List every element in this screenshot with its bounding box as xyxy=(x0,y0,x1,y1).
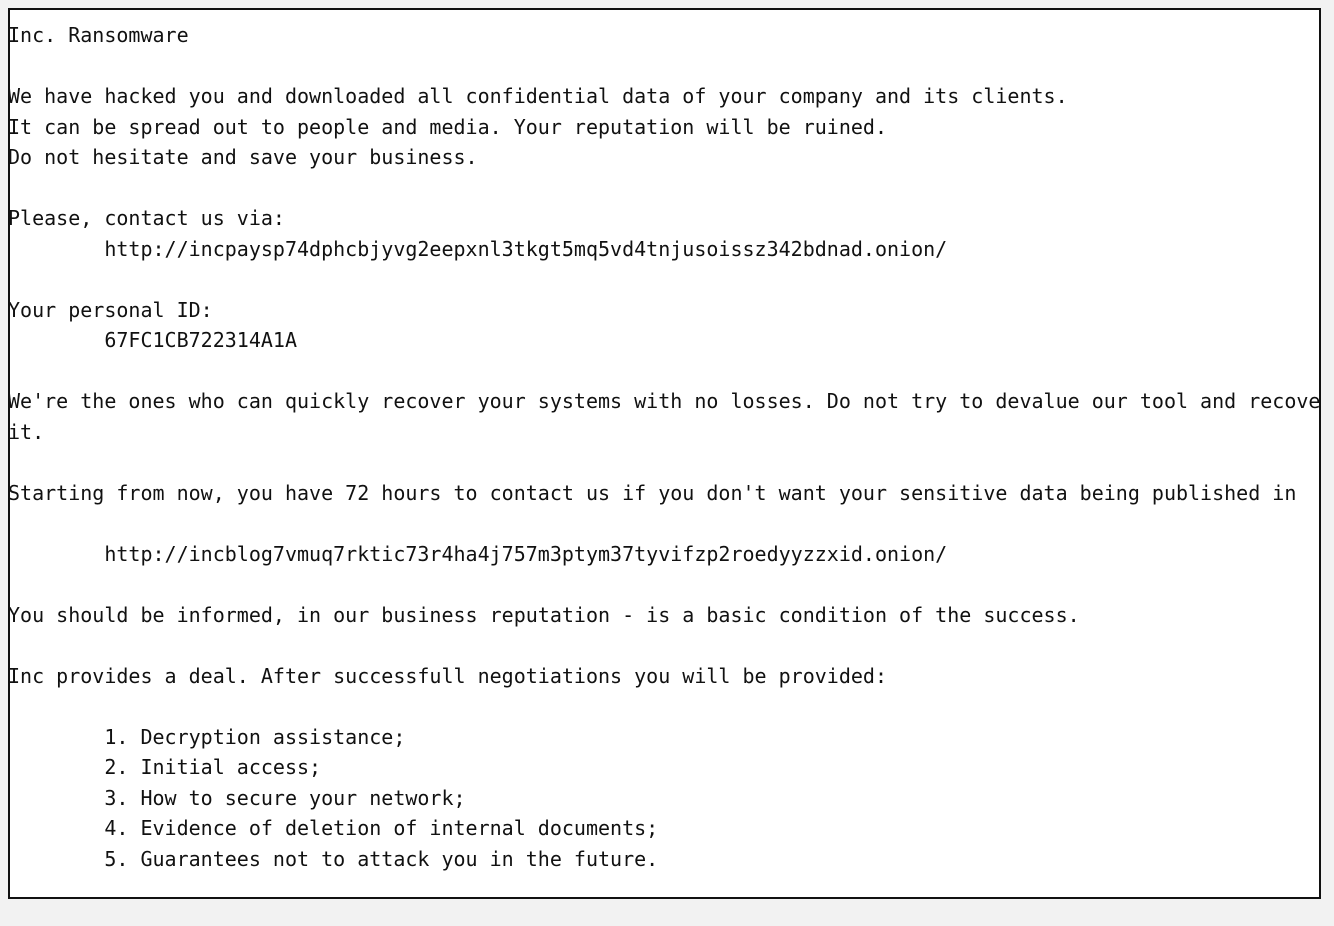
note-line-id-label: Your personal ID: xyxy=(8,297,213,322)
note-line-recover-1: We're the ones who can quickly recover y… xyxy=(8,389,1321,413)
note-line-deal-1: 1. Decryption assistance; xyxy=(8,724,406,749)
note-blank-line xyxy=(10,630,1319,661)
note-line-deal-4: 4. Evidence of deletion of internal docu… xyxy=(8,816,659,840)
note-blank-line xyxy=(10,569,1319,600)
note-line-recover-2: it. xyxy=(8,419,45,444)
note-line-deadline: Starting from now, you have 72 hours to … xyxy=(8,480,1297,505)
note-blank-line xyxy=(10,264,1319,295)
note-line-deal-2: 2. Initial access; xyxy=(8,755,322,779)
note-line-deal-3: 3. How to secure your network; xyxy=(8,785,466,810)
note-line-contact-url: http://incpaysp74dphcbjyvg2eepxnl3tkgt5m… xyxy=(8,236,948,261)
note-line-intro-3: Do not hesitate and save your business. xyxy=(8,145,478,169)
note-blank-line xyxy=(10,691,1319,722)
note-blank-line xyxy=(10,356,1319,387)
note-blank-line xyxy=(10,173,1319,204)
note-line-deal-intro: Inc provides a deal. After successfull n… xyxy=(8,663,887,688)
ransom-note-text[interactable]: Inc. Ransomware We have hacked you and d… xyxy=(8,20,1321,874)
note-line-id-value: 67FC1CB722314A1A xyxy=(8,328,297,352)
note-blank-line xyxy=(10,447,1319,478)
note-line-title: Inc. Ransomware xyxy=(8,23,189,47)
note-blank-line xyxy=(10,51,1319,82)
note-line-intro-2: It can be spread out to people and media… xyxy=(8,114,887,139)
note-line-blog-url: http://incblog7vmuq7rktic73r4ha4j757m3pt… xyxy=(8,541,948,566)
note-line-intro-1: We have hacked you and downloaded all co… xyxy=(8,84,1068,108)
note-blank-line xyxy=(10,508,1319,539)
note-line-contact-label: Please, contact us via: xyxy=(8,206,285,230)
note-line-deal-5: 5. Guarantees not to attack you in the f… xyxy=(8,846,659,871)
ransom-note-window: Inc. Ransomware We have hacked you and d… xyxy=(8,8,1321,899)
note-line-reputation: You should be informed, in our business … xyxy=(8,602,1080,627)
